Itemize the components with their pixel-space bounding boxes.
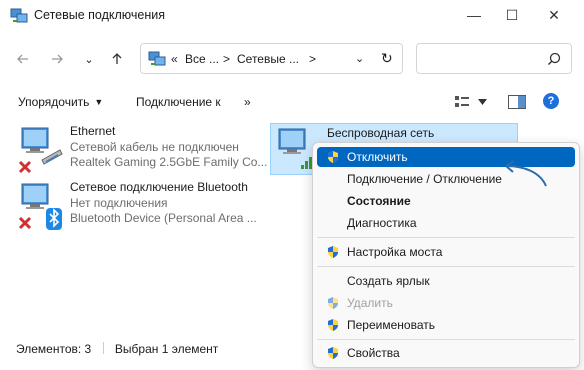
menu-item-delete: Удалить: [317, 293, 575, 313]
connection-name: Сетевое подключение Bluetooth: [70, 180, 248, 194]
annotation-arrow-icon: [505, 160, 547, 187]
selected-count: Выбран 1 элемент: [114, 342, 219, 356]
menu-item-create-shortcut[interactable]: Создать ярлык: [317, 271, 575, 291]
forward-arrow-icon: [52, 54, 63, 64]
menu-item-label: Состояние: [347, 194, 411, 208]
uac-shield-icon: [328, 319, 338, 331]
refresh-button[interactable]: ↻: [381, 50, 393, 67]
menu-separator: [317, 266, 575, 267]
menu-item-label: Отключить: [347, 150, 408, 164]
help-button[interactable]: ?: [543, 93, 559, 109]
breadcrumb-separator[interactable]: >: [309, 52, 316, 66]
error-x-icon: [18, 160, 32, 174]
recent-locations-button[interactable]: ⌄: [78, 48, 100, 70]
menu-item-rename[interactable]: Переименовать: [317, 315, 575, 335]
menu-item-label: Свойства: [347, 346, 400, 360]
connection-name: Ethernet: [70, 124, 116, 138]
up-arrow-icon: [112, 53, 122, 64]
error-x-icon: [18, 216, 32, 230]
address-row: ⌄ « Все ... > Сетевые ... > ⌄ ↻: [0, 36, 584, 80]
forward-button[interactable]: [46, 48, 68, 70]
menu-item-properties[interactable]: Свойства: [317, 343, 575, 363]
item-count: Элементов: 3: [16, 342, 92, 356]
breadcrumb-all[interactable]: Все ...: [185, 52, 219, 66]
search-icon: [548, 52, 561, 65]
menu-item-diagnostics[interactable]: Диагностика: [317, 213, 575, 233]
network-connections-icon: [148, 51, 166, 66]
search-input[interactable]: [423, 49, 543, 67]
search-box[interactable]: [416, 43, 572, 74]
menu-item-label: Создать ярлык: [347, 274, 430, 288]
preview-pane-icon[interactable]: [508, 95, 526, 109]
connection-device: Realtek Gaming 2.5GbE Family Co...: [70, 155, 268, 169]
organize-button[interactable]: Упорядочить ▼: [18, 95, 103, 109]
uac-shield-icon: [328, 246, 338, 258]
status-divider: [102, 342, 104, 354]
command-bar: Упорядочить ▼ Подключение к » ?: [0, 88, 584, 116]
menu-item-bridge[interactable]: Настройка моста: [317, 242, 575, 262]
menu-item-label: Удалить: [347, 296, 393, 310]
menu-item-status[interactable]: Состояние: [317, 191, 575, 211]
window-title: Сетевые подключения: [34, 8, 166, 22]
connection-status: Нет подключения: [70, 195, 168, 210]
menu-item-label: Диагностика: [347, 216, 417, 230]
maximize-button[interactable]: ☐: [490, 0, 534, 30]
connection-name: Беспроводная сеть: [327, 126, 435, 140]
title-bar: Сетевые подключения — ☐ ✕: [0, 0, 584, 32]
change-view-icon[interactable]: [455, 96, 469, 108]
uac-shield-icon: [328, 347, 338, 359]
list-item-bluetooth[interactable]: Сетевое подключение Bluetooth Нет подклю…: [16, 180, 266, 232]
organize-label: Упорядочить: [18, 95, 90, 109]
network-connections-icon: [10, 8, 28, 23]
address-bar[interactable]: « Все ... > Сетевые ... > ⌄ ↻: [140, 43, 403, 74]
breadcrumb-overflow[interactable]: «: [171, 52, 178, 66]
back-arrow-icon: [17, 54, 28, 64]
status-bar: Элементов: 3 Выбран 1 элемент: [16, 342, 218, 356]
connection-device: Bluetooth Device (Personal Area ...: [70, 211, 257, 225]
connection-status: Сетевой кабель не подключен: [70, 139, 239, 154]
up-button[interactable]: [106, 48, 128, 70]
back-button[interactable]: [12, 48, 34, 70]
menu-item-label: Настройка моста: [347, 245, 443, 259]
uac-shield-icon: [328, 151, 338, 163]
chevron-down-icon: ▼: [94, 97, 104, 107]
menu-separator: [317, 237, 575, 238]
breadcrumb-network[interactable]: Сетевые ...: [237, 52, 299, 66]
list-item-ethernet[interactable]: Ethernet Сетевой кабель не подключен Rea…: [16, 124, 268, 176]
uac-shield-icon: [328, 297, 338, 309]
more-commands-button[interactable]: »: [244, 95, 251, 109]
address-dropdown-button[interactable]: ⌄: [355, 52, 364, 65]
menu-item-label: Подключение / Отключение: [347, 172, 502, 186]
close-button[interactable]: ✕: [532, 0, 576, 30]
menu-item-label: Переименовать: [347, 318, 435, 332]
connect-to-button[interactable]: Подключение к: [136, 95, 221, 109]
breadcrumb-separator[interactable]: >: [223, 52, 230, 66]
menu-separator: [317, 339, 575, 340]
chevron-down-icon[interactable]: [478, 99, 487, 105]
